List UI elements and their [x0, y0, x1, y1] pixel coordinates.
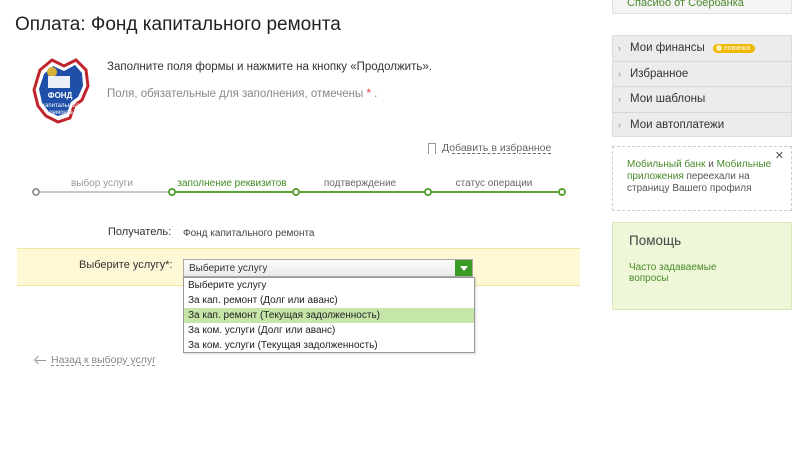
help-title: Помощь: [629, 233, 682, 248]
dropdown-option[interactable]: За кап. ремонт (Долг или аванс): [184, 293, 474, 308]
step-dot-5: [558, 188, 566, 196]
service-select[interactable]: Выберите услугу: [183, 259, 473, 277]
service-select-value: Выберите услугу: [189, 263, 268, 274]
fund-logo: ФОНД капитального ремонта: [30, 56, 92, 124]
dropdown-option-highlighted[interactable]: За кап. ремонт (Текущая задолженность): [184, 308, 474, 323]
step-dot-4: [424, 188, 432, 196]
instruction-text: Заполните поля формы и нажмите на кнопку…: [107, 61, 432, 73]
thanks-label: Спасибо от Сбербанка: [627, 0, 744, 9]
arrow-left-icon: [34, 356, 46, 364]
svg-text:ремонта: ремонта: [49, 110, 73, 116]
required-note: Поля, обязательные для заполнения, отмеч…: [107, 88, 377, 100]
add-to-favorites-link[interactable]: Добавить в избранное: [428, 142, 551, 154]
faq-link[interactable]: Часто задаваемые вопросы: [629, 262, 739, 284]
required-note-text: Поля, обязательные для заполнения, отмеч…: [107, 88, 364, 100]
service-dropdown-list: Выберите услугу За кап. ремонт (Долг или…: [183, 277, 475, 353]
recipient-value: Фонд капитального ремонта: [183, 228, 315, 239]
recipient-label: Получатель:: [108, 226, 172, 238]
service-select-label: Выберите услугу*:: [79, 259, 173, 271]
back-to-services-link[interactable]: Назад к выбору услуг: [34, 354, 156, 366]
required-note-end: .: [374, 88, 378, 100]
mobile-moved-notice: ✕ Мобильный банк и Мобильные приложения …: [612, 146, 792, 211]
step-label-fill-details: заполнение реквизитов: [177, 178, 287, 189]
sidebar-item-label: Мои автоплатежи: [630, 119, 725, 132]
dropdown-option[interactable]: Выберите услугу: [184, 278, 474, 293]
bookmark-icon: [428, 142, 436, 154]
dropdown-option[interactable]: За ком. услуги (Текущая задолженность): [184, 338, 474, 353]
step-dot-2: [168, 188, 176, 196]
sidebar-item-label: Мои шаблоны: [630, 93, 706, 106]
required-star: *: [366, 88, 371, 100]
back-to-services-label: Назад к выбору услуг: [51, 354, 156, 366]
sidebar-item-my-finances[interactable]: › Мои финансы новинка: [613, 36, 791, 62]
sidebar-menu: › Мои финансы новинка › Избранное › Мои …: [612, 35, 792, 137]
dropdown-option[interactable]: За ком. услуги (Долг или аванс): [184, 323, 474, 338]
step-label-operation-status: статус операции: [455, 178, 533, 189]
page-title: Оплата: Фонд капитального ремонта: [15, 14, 341, 35]
step-dot-1: [32, 188, 40, 196]
sidebar-item-my-autopayments[interactable]: › Мои автоплатежи: [613, 113, 791, 139]
notice-and: и: [708, 159, 714, 170]
add-to-favorites-label: Добавить в избранное: [442, 142, 552, 154]
chevron-right-icon: ›: [618, 94, 621, 105]
sidebar-item-label: Избранное: [630, 67, 689, 80]
chevron-right-icon: ›: [618, 43, 621, 54]
chevron-down-icon[interactable]: [455, 260, 472, 276]
step-line-done: [36, 191, 172, 193]
step-dot-3: [292, 188, 300, 196]
sidebar-item-favorites[interactable]: › Избранное: [613, 62, 791, 87]
chevron-right-icon: ›: [618, 68, 621, 79]
mobile-bank-link[interactable]: Мобильный банк: [627, 159, 705, 170]
coin-icon: [715, 45, 722, 52]
step-label-select-service: выбор услуги: [70, 178, 134, 189]
chevron-right-icon: ›: [618, 120, 621, 131]
sidebar-item-my-templates[interactable]: › Мои шаблоны: [613, 87, 791, 113]
step-label-confirmation: подтверждение: [323, 178, 397, 189]
progress-steps: выбор услуги заполнение реквизитов подтв…: [32, 178, 566, 202]
sidebar-item-label: Мои финансы: [630, 42, 705, 55]
thanks-from-sberbank-link[interactable]: Спасибо от Сбербанка: [612, 0, 792, 14]
svg-text:ФОНД: ФОНД: [48, 91, 73, 100]
new-badge: новинка: [712, 43, 756, 53]
new-badge-label: новинка: [723, 44, 751, 52]
close-icon[interactable]: ✕: [775, 150, 784, 162]
help-box: Помощь Часто задаваемые вопросы: [612, 222, 792, 310]
svg-text:капитального: капитального: [42, 103, 80, 109]
step-line-remaining: [172, 191, 564, 193]
